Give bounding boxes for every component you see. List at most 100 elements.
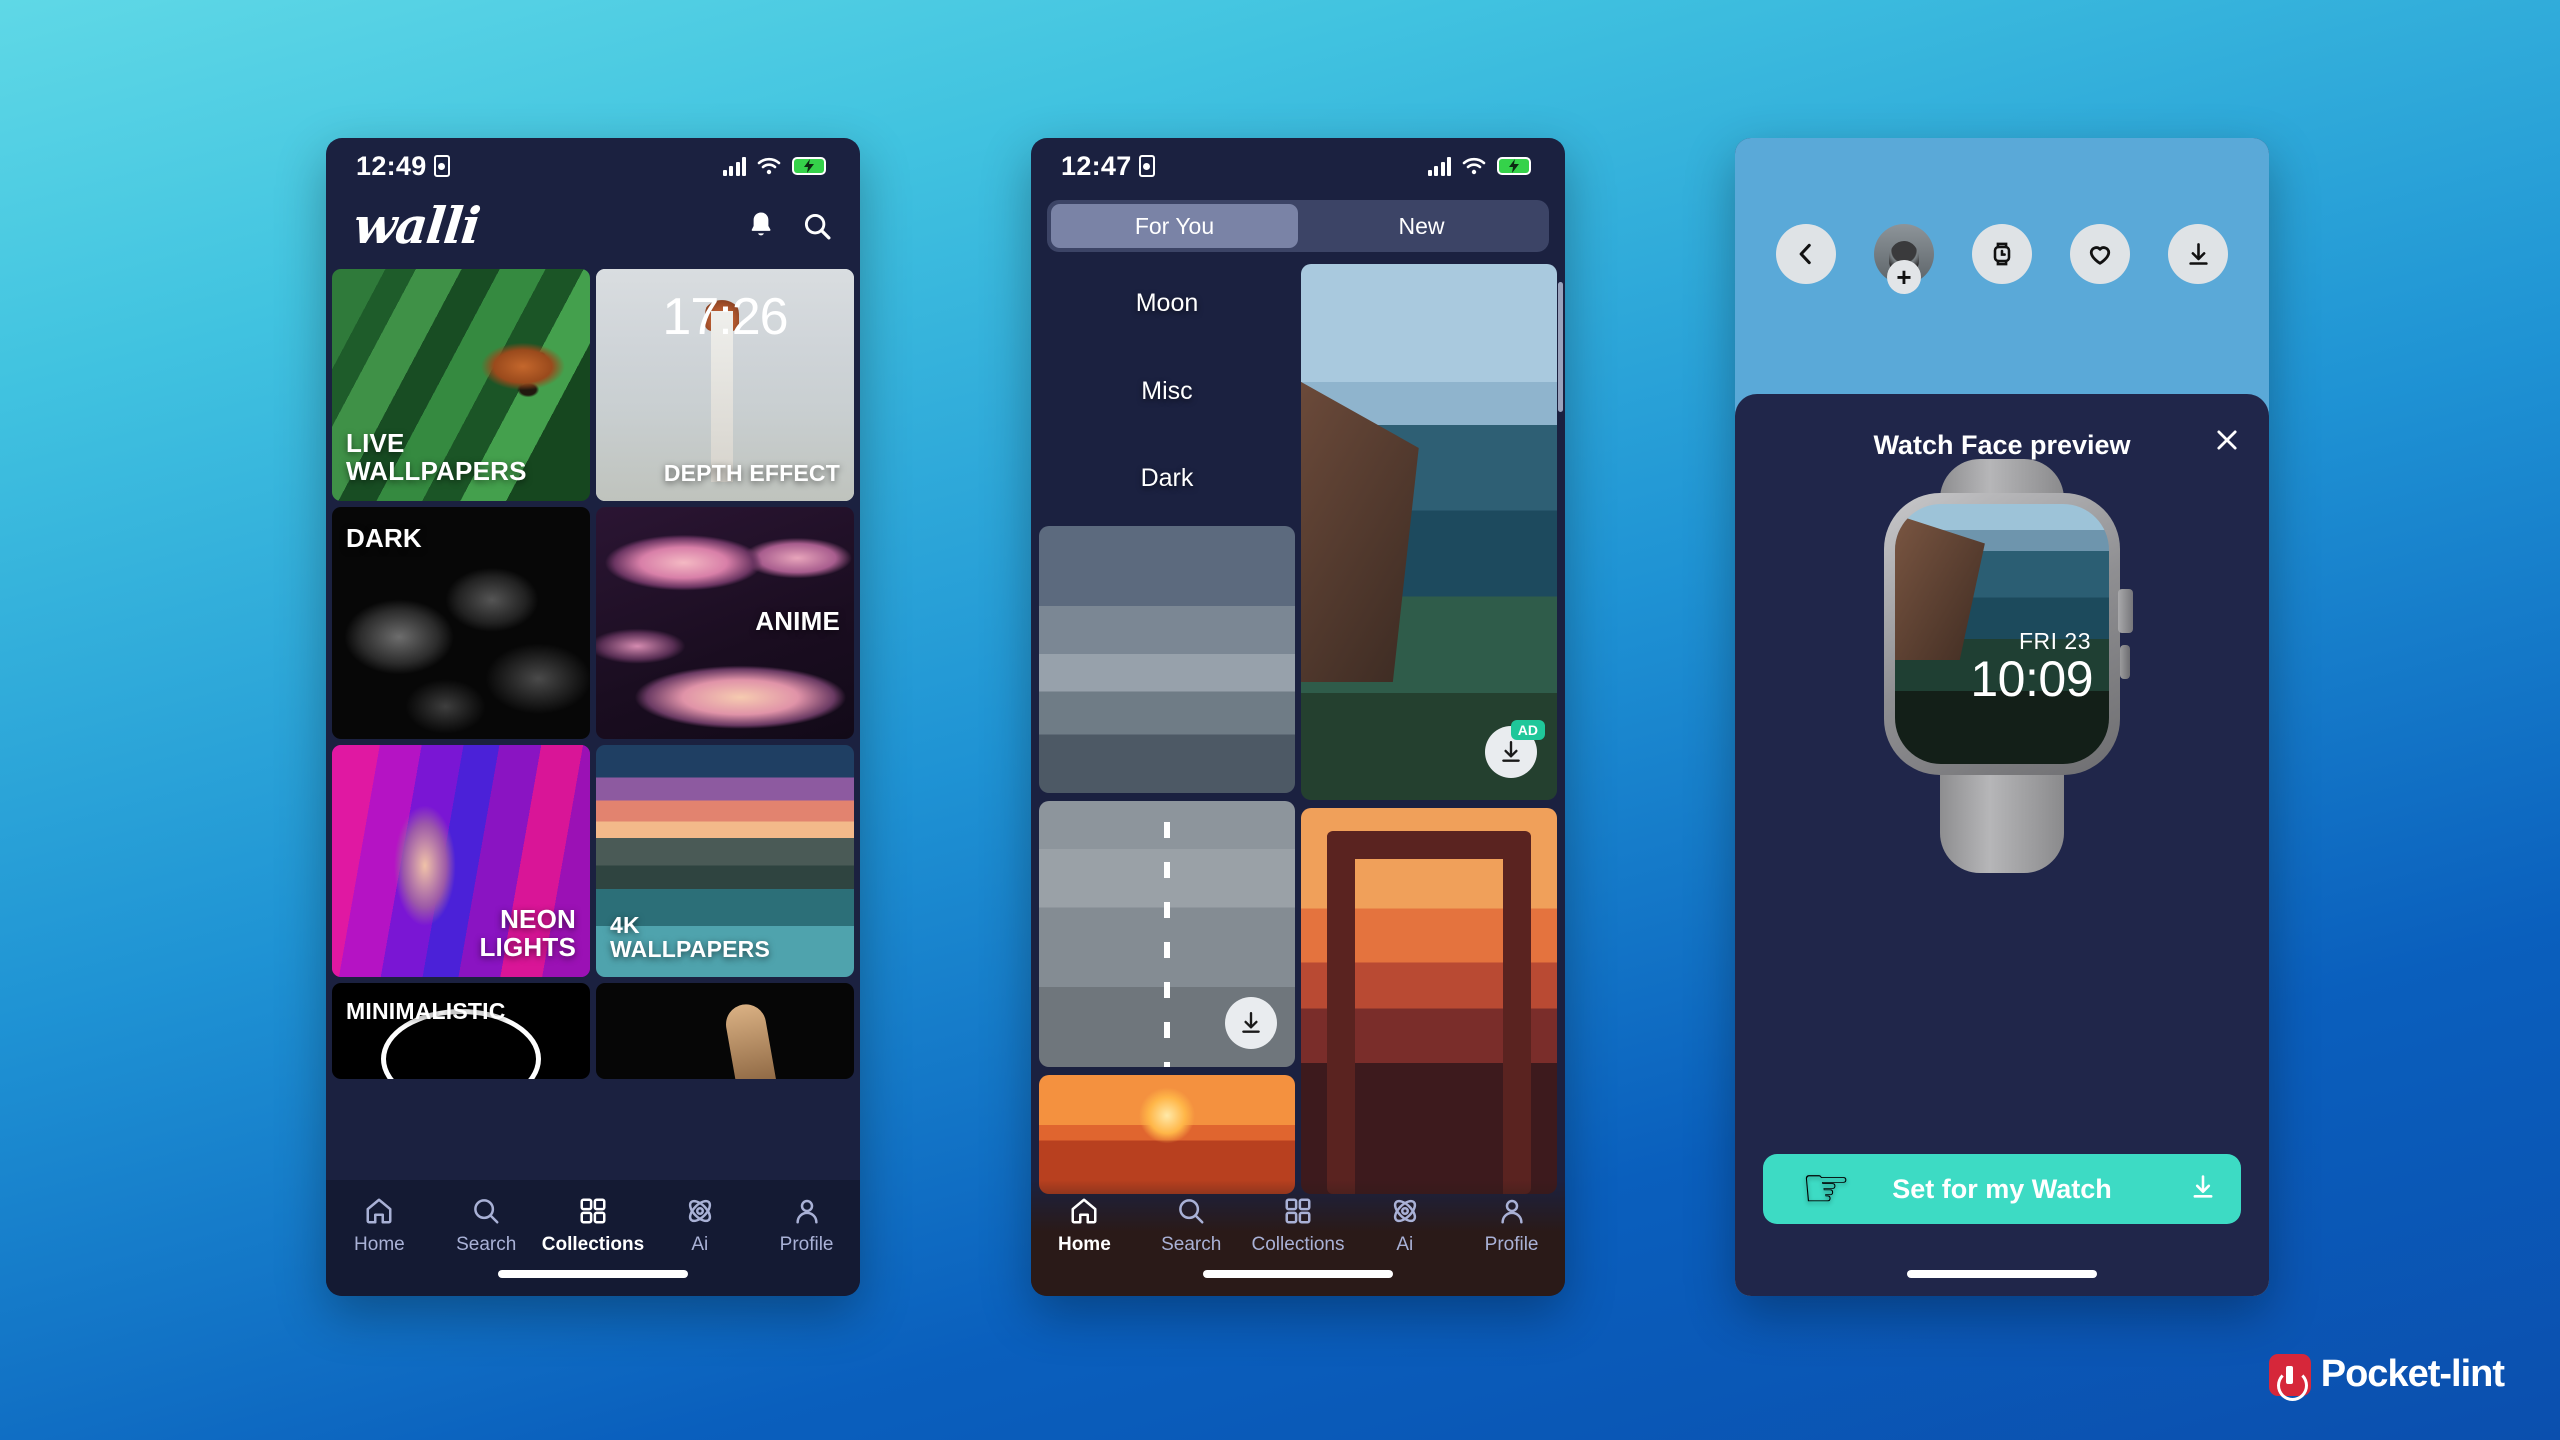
tab-search[interactable]: Search — [438, 1196, 534, 1256]
download-button[interactable] — [2168, 224, 2228, 284]
wallpaper-card[interactable] — [1039, 1074, 1295, 1194]
tab-ai[interactable]: Ai — [652, 1196, 748, 1256]
person-icon — [1500, 1199, 1523, 1224]
feed-scrollbar[interactable] — [1558, 282, 1563, 412]
segment-for-you[interactable]: For You — [1051, 204, 1298, 248]
tile-label: LIVE WALLPAPERS — [346, 428, 527, 486]
tab-label: Collections — [541, 1234, 645, 1255]
home-indicator — [1203, 1270, 1393, 1278]
tab-ai[interactable]: Ai — [1357, 1196, 1453, 1256]
download-icon — [1502, 741, 1520, 762]
feed-segmented-control: For You New — [1047, 200, 1549, 252]
tab-collections[interactable]: Collections — [541, 1196, 645, 1256]
close-button[interactable] — [2213, 426, 2241, 459]
back-button[interactable] — [1776, 224, 1836, 284]
grid-icon — [1285, 1198, 1311, 1224]
category-chip-misc[interactable]: Misc — [1039, 351, 1295, 430]
atom-icon — [1393, 1199, 1416, 1223]
category-tile[interactable]: MINIMALISTIC — [332, 983, 590, 1079]
atom-icon — [688, 1199, 711, 1223]
tab-profile[interactable]: Profile — [1464, 1196, 1560, 1256]
category-tile[interactable]: NEON LIGHTS — [332, 745, 590, 977]
category-tile[interactable]: DARK — [332, 507, 590, 739]
tab-home[interactable]: Home — [331, 1196, 427, 1256]
download-icon — [2193, 1174, 2213, 1198]
category-tile[interactable] — [596, 983, 854, 1079]
wallpaper-card[interactable] — [1301, 808, 1557, 1194]
favorite-button[interactable] — [2070, 224, 2130, 284]
download-icon — [2188, 242, 2208, 265]
segment-new[interactable]: New — [1298, 204, 1545, 248]
phone-mockup-watch-preview: + Watch Face preview FRI 23 10:09 ☞ Set … — [1735, 138, 2269, 1296]
person-icon — [795, 1199, 818, 1224]
search-icon[interactable] — [802, 211, 832, 241]
add-avatar-button[interactable]: + — [1874, 224, 1934, 294]
home-indicator — [498, 1270, 688, 1278]
category-tile[interactable]: 4K WALLPAPERS — [596, 745, 854, 977]
cellular-icon — [1427, 156, 1451, 176]
tab-home[interactable]: Home — [1036, 1196, 1132, 1256]
tile-label: NEON LIGHTS — [479, 904, 576, 962]
app-header: walli — [326, 194, 860, 269]
sheet-header: Watch Face preview — [1735, 394, 2269, 467]
chip-label: Dark — [1140, 464, 1194, 493]
category-chip-dark[interactable]: Dark — [1039, 439, 1295, 518]
status-time: 12:49 — [356, 150, 427, 181]
wallpaper-card[interactable] — [1039, 526, 1295, 793]
tab-label: Search — [456, 1234, 517, 1255]
tab-label: Profile — [779, 1234, 834, 1255]
cta-download-icon-wrap — [2189, 1173, 2217, 1206]
grid-icon — [580, 1198, 606, 1224]
chip-label: Misc — [1141, 376, 1193, 405]
tile-label: MINIMALISTIC — [346, 998, 506, 1024]
watch-button[interactable] — [1972, 224, 2032, 284]
tile-label — [596, 1049, 624, 1079]
tab-profile[interactable]: Profile — [759, 1196, 855, 1256]
chip-label: Moon — [1135, 289, 1199, 318]
watch-icon — [1993, 242, 2011, 266]
watch-body: FRI 23 10:09 — [1884, 493, 2133, 775]
tile-label: DARK — [346, 523, 422, 553]
tile-label: 4K WALLPAPERS — [610, 911, 771, 962]
tile-label: ANIME — [755, 606, 840, 637]
screen-record-icon — [433, 155, 450, 177]
bell-icon[interactable] — [746, 210, 776, 242]
category-chip-moon[interactable]: Moon — [1039, 264, 1295, 343]
phone-mockup-home: 12:49 walli LIVE WALLPAPERS 17:26 DEPTH … — [326, 138, 860, 1296]
pointing-hand-cursor: ☞ — [1801, 1155, 1852, 1219]
heart-icon — [2089, 246, 2111, 265]
download-button[interactable] — [1225, 996, 1277, 1049]
plus-icon: + — [1887, 260, 1921, 294]
wallpaper-card[interactable]: AD — [1301, 264, 1557, 800]
home-indicator — [1907, 1270, 2097, 1278]
status-indicators — [722, 156, 826, 176]
tile-artwork-unlabeled — [596, 983, 854, 1079]
chevron-left-icon — [1799, 243, 1811, 265]
set-for-watch-button[interactable]: ☞ Set for my Watch — [1763, 1154, 2241, 1224]
tab-search[interactable]: Search — [1143, 1196, 1239, 1256]
status-time-group: 12:49 — [356, 151, 450, 182]
wifi-icon — [1462, 157, 1486, 175]
watch-crown — [2118, 589, 2133, 633]
category-tile[interactable]: ANIME — [596, 507, 854, 739]
cta-label: Set for my Watch — [1892, 1173, 2112, 1204]
download-icon — [1242, 1011, 1260, 1033]
battery-charging-icon — [792, 157, 826, 175]
detail-action-bar: + — [1735, 224, 2269, 294]
pocketlint-wordmark: Pocket-lint — [2320, 1353, 2505, 1395]
wifi-icon — [757, 157, 781, 175]
search-icon — [1179, 1199, 1204, 1224]
sheet-title: Watch Face preview — [1873, 430, 2131, 460]
tab-collections[interactable]: Collections — [1250, 1196, 1346, 1256]
watch-preview-sheet: Watch Face preview FRI 23 10:09 ☞ Set fo… — [1735, 394, 2269, 1296]
wallpaper-card[interactable] — [1039, 800, 1295, 1067]
category-tile[interactable]: LIVE WALLPAPERS — [332, 269, 590, 501]
tab-label: Profile — [1484, 1234, 1539, 1255]
tab-label: Home — [1057, 1234, 1111, 1255]
watch-side-button — [2120, 645, 2130, 679]
home-icon — [366, 1198, 392, 1224]
ad-badge: AD — [1510, 720, 1545, 740]
download-button[interactable]: AD — [1485, 720, 1545, 778]
tab-label: Search — [1161, 1234, 1222, 1255]
category-tile[interactable]: 17:26 DEPTH EFFECT — [596, 269, 854, 501]
